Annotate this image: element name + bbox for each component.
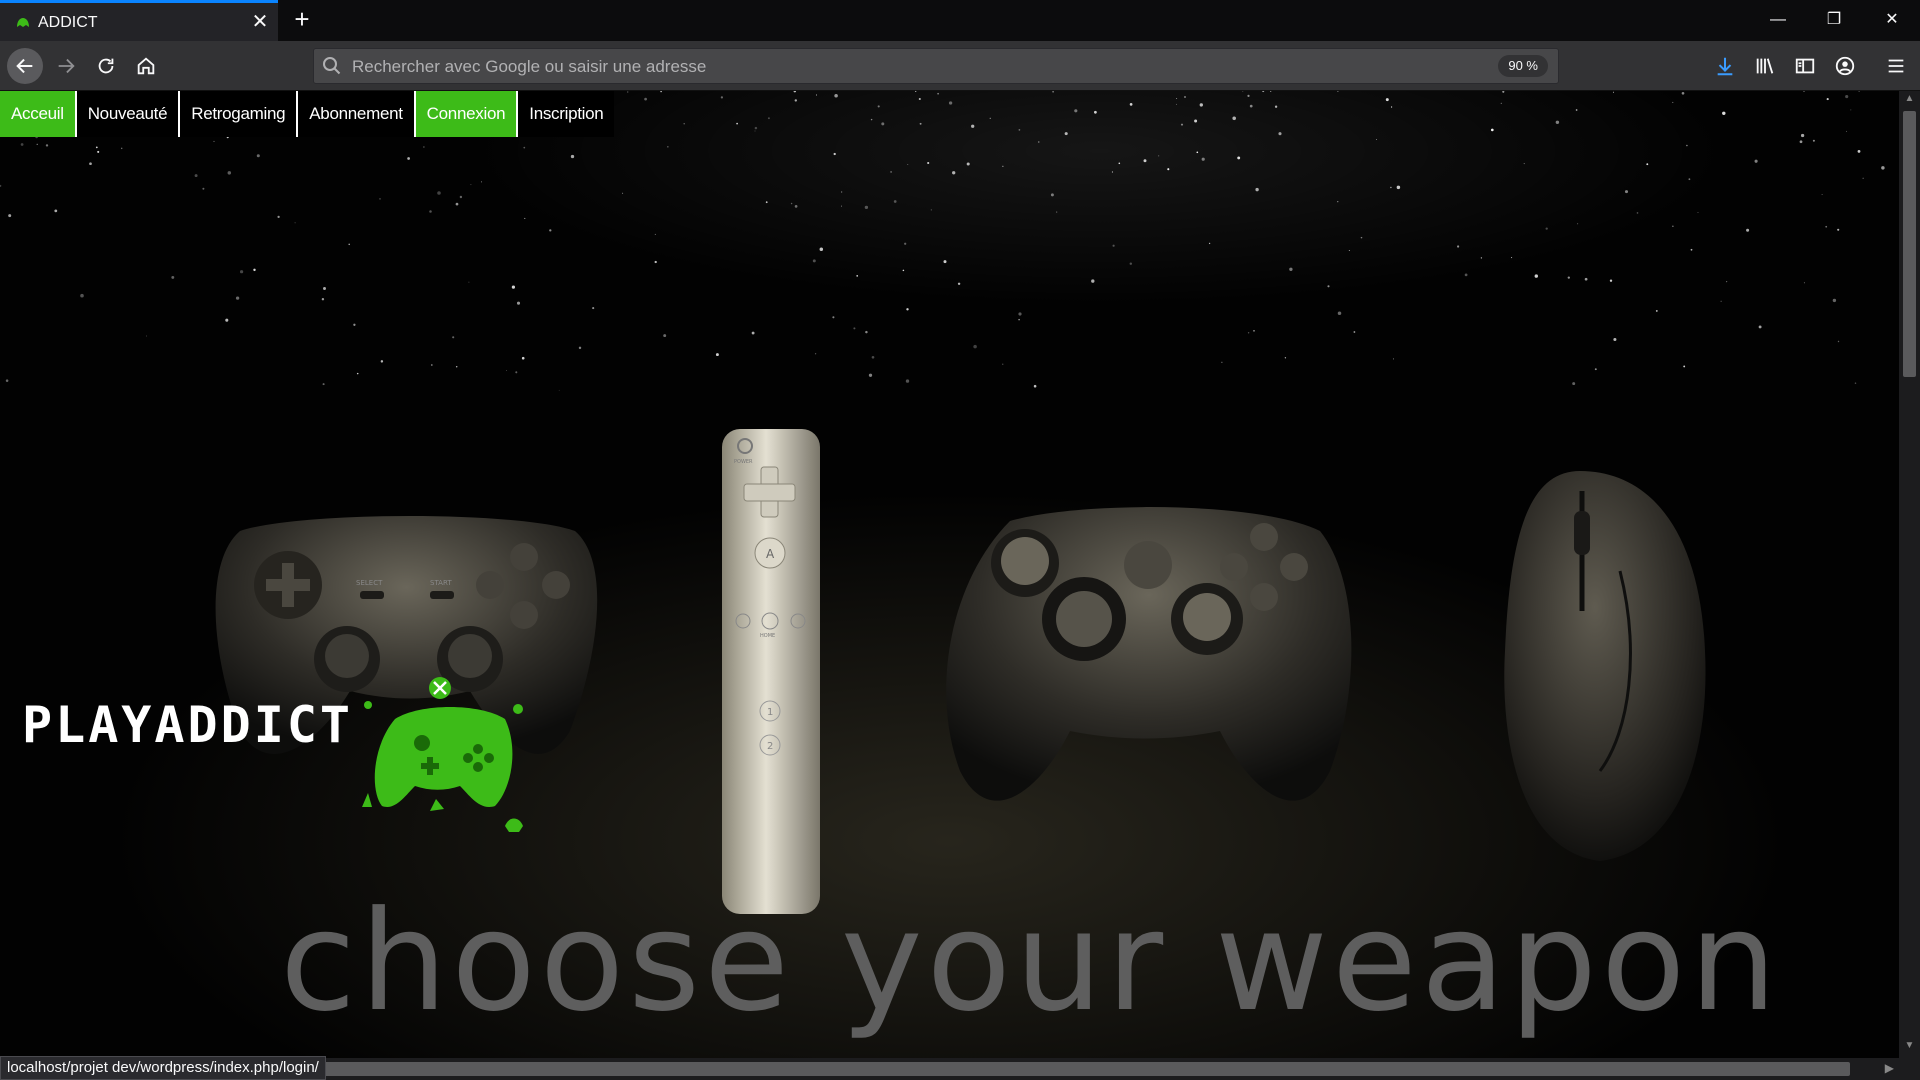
menu-icon xyxy=(1888,59,1904,73)
app-menu-button[interactable] xyxy=(1882,52,1910,80)
account-icon xyxy=(1835,56,1855,76)
tab-close-icon[interactable]: ✕ xyxy=(248,10,272,34)
back-icon xyxy=(16,58,33,74)
address-bar[interactable]: Rechercher avec Google ou saisir une adr… xyxy=(313,48,1559,84)
browser-tab[interactable]: ADDICT ✕ xyxy=(0,0,278,41)
library-icon xyxy=(1756,58,1774,74)
forward-button[interactable] xyxy=(48,48,84,84)
site-menu: Acceuil Nouveauté Retrogaming Abonnement… xyxy=(0,91,615,137)
vertical-scrollbar[interactable]: ▲ ▼ xyxy=(1899,91,1920,1058)
tab-title: ADDICT xyxy=(38,14,98,31)
tab-bar: ADDICT ✕ + — ❐ ✕ xyxy=(0,0,1920,41)
hero-tagline: choose your weapon xyxy=(280,881,1781,1042)
scroll-down-arrow-icon[interactable]: ▼ xyxy=(1899,1040,1920,1056)
downloads-button[interactable] xyxy=(1711,52,1739,80)
address-input[interactable]: Rechercher avec Google ou saisir une adr… xyxy=(352,57,706,77)
wii-remote-image: POWER A HOME 1 2 xyxy=(722,429,820,914)
reload-button[interactable] xyxy=(88,48,124,84)
restore-button[interactable]: ❐ xyxy=(1806,0,1862,41)
site-favicon-icon xyxy=(17,18,29,27)
forward-icon xyxy=(58,58,75,74)
close-window-button[interactable]: ✕ xyxy=(1864,0,1920,41)
download-icon xyxy=(1717,57,1733,76)
menu-item-inscription[interactable]: Inscription xyxy=(518,91,615,137)
minimize-button[interactable]: — xyxy=(1750,0,1806,41)
vertical-scroll-thumb[interactable] xyxy=(1903,111,1916,377)
library-button[interactable] xyxy=(1751,52,1779,80)
wii-home-label: HOME xyxy=(760,633,775,639)
home-icon xyxy=(137,57,155,75)
search-icon xyxy=(323,57,341,75)
xbox-controller-image xyxy=(946,507,1352,801)
navigation-toolbar: Rechercher avec Google ou saisir une adr… xyxy=(0,41,1920,91)
wii-one-label: 1 xyxy=(767,707,773,718)
home-button[interactable] xyxy=(128,48,164,84)
sidebar-icon xyxy=(1795,58,1815,74)
wii-power-label: POWER xyxy=(734,459,753,465)
menu-item-acceuil[interactable]: Acceuil xyxy=(0,91,77,137)
wii-a-label: A xyxy=(766,547,775,561)
sidebar-button[interactable] xyxy=(1791,52,1819,80)
reload-icon xyxy=(98,58,114,74)
zoom-level-badge[interactable]: 90 % xyxy=(1498,55,1548,77)
scroll-up-arrow-icon[interactable]: ▲ xyxy=(1899,93,1920,109)
menu-item-connexion[interactable]: Connexion xyxy=(415,91,519,137)
back-button[interactable] xyxy=(7,48,43,84)
web-page: SELECT START POWER A HOME 1 2 Acceuil No… xyxy=(0,91,1899,1058)
scroll-right-arrow-icon[interactable]: ▶ xyxy=(1885,1061,1894,1075)
gaming-mouse-image xyxy=(1504,471,1706,861)
menu-item-retrogaming[interactable]: Retrogaming xyxy=(180,91,299,137)
brand-logo-text: PLAYADDICT xyxy=(22,696,354,754)
ps-select-label: SELECT xyxy=(356,579,383,587)
account-button[interactable] xyxy=(1831,52,1859,80)
menu-item-nouveaute[interactable]: Nouveauté xyxy=(76,91,181,137)
new-tab-button[interactable]: + xyxy=(288,6,316,34)
wii-two-label: 2 xyxy=(767,741,773,752)
link-status-bar: localhost/projet dev/wordpress/index.php… xyxy=(0,1056,326,1080)
menu-item-abonnement[interactable]: Abonnement xyxy=(298,91,416,137)
ps-start-label: START xyxy=(430,579,452,587)
